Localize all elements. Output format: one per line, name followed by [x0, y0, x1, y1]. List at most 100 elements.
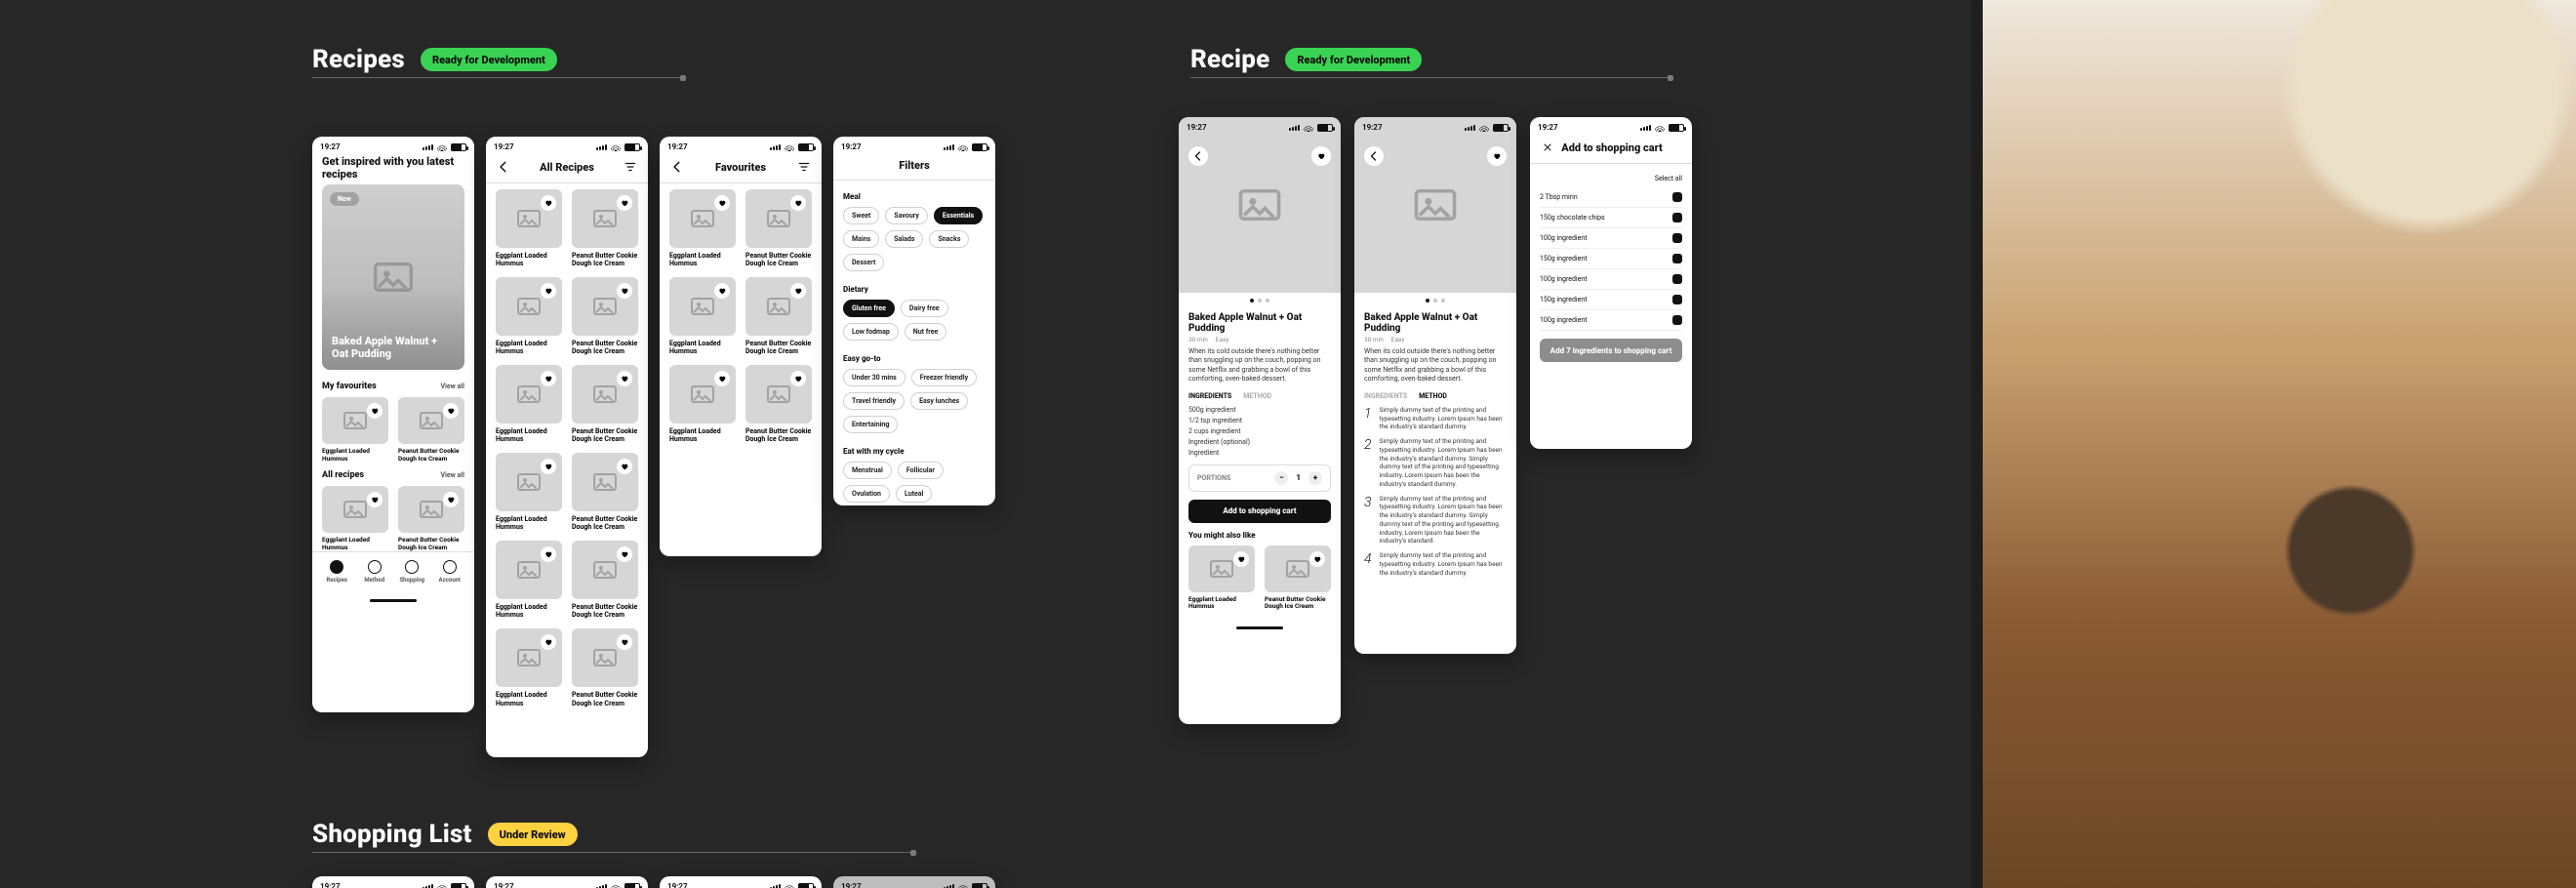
cart-item[interactable]: 100g ingredient: [1540, 269, 1682, 290]
filter-chip[interactable]: Easy lunches: [910, 392, 968, 410]
filter-chip[interactable]: Salads: [885, 230, 923, 248]
checkbox-icon[interactable]: [1672, 233, 1682, 243]
tab-method[interactable]: METHOD: [1243, 392, 1271, 400]
recipe-card[interactable]: Eggplant Loaded Hummus: [669, 277, 736, 355]
filter-chip[interactable]: Travel friendly: [843, 392, 905, 410]
recipe-card[interactable]: Peanut Butter Cookie Dough Ice Cream: [572, 541, 638, 619]
favourite-toggle[interactable]: [541, 283, 556, 299]
view-all-link[interactable]: View all: [440, 471, 464, 479]
tab-shopping[interactable]: Shopping: [393, 560, 431, 584]
favourite-toggle[interactable]: [790, 283, 806, 299]
filter-chip[interactable]: Gluten free: [843, 300, 895, 317]
screen-add-to-cart[interactable]: 19:27 Add to shopping cart Select all 2 …: [1530, 117, 1692, 449]
hero-card[interactable]: New Baked Apple Walnut + Oat Pudding: [322, 184, 464, 370]
recipe-card[interactable]: Eggplant Loaded Hummus: [496, 365, 562, 443]
screen-all-recipes[interactable]: 19:27 All Recipes Eggplant Loaded Hummus…: [486, 137, 648, 757]
screen-favourites[interactable]: 19:27 Favourites Eggplant Loaded HummusP…: [660, 137, 822, 556]
filter-chip[interactable]: Low fodmap: [843, 323, 899, 341]
checkbox-icon[interactable]: [1672, 315, 1682, 325]
favourite-toggle[interactable]: [541, 195, 556, 211]
screen-shopping-1[interactable]: 19:27 Shopping List: [312, 876, 474, 888]
recipe-card[interactable]: Peanut Butter Cookie Dough Ice Cream: [572, 628, 638, 706]
filter-chip[interactable]: Sweet: [843, 207, 879, 224]
favourite-toggle[interactable]: [1309, 551, 1325, 567]
filter-chip[interactable]: Ovulation: [843, 485, 890, 503]
favourite-toggle[interactable]: [1233, 551, 1249, 567]
recipe-card[interactable]: Peanut Butter Cookie Dough Ice Cream: [572, 277, 638, 355]
filter-chip[interactable]: Dessert: [843, 254, 884, 271]
screen-recipe-ingredients[interactable]: 19:27 Baked Apple Walnut + Oat Pudding 3…: [1179, 117, 1341, 724]
filter-chip[interactable]: Luteal: [896, 485, 932, 503]
recipe-card[interactable]: Eggplant Loaded Hummus: [496, 541, 562, 619]
filter-chip[interactable]: Entertaining: [843, 416, 898, 433]
portion-increase[interactable]: +: [1308, 471, 1322, 485]
recipe-card[interactable]: Eggplant Loaded Hummus: [322, 397, 388, 463]
recipe-card[interactable]: Eggplant Loaded Hummus: [496, 189, 562, 267]
back-icon[interactable]: [496, 159, 511, 175]
screen-shopping-3[interactable]: 19:27 Shopping List: [660, 876, 822, 888]
recipe-card[interactable]: Peanut Butter Cookie Dough Ice Cream: [398, 397, 464, 463]
filter-chip[interactable]: Menstrual: [843, 462, 892, 479]
favourite-toggle[interactable]: [617, 195, 632, 211]
tab-account[interactable]: Account: [431, 560, 469, 584]
screen-filters[interactable]: 19:27 Filters MealSweetSavouryEssentials…: [833, 137, 995, 505]
recipe-card[interactable]: Peanut Butter Cookie Dough Ice Cream: [398, 486, 464, 551]
tab-method[interactable]: METHOD: [1419, 392, 1447, 400]
tab-ingredients[interactable]: INGREDIENTS: [1364, 392, 1407, 400]
filter-chip[interactable]: Follicular: [898, 462, 944, 479]
filter-chip[interactable]: Essentials: [934, 207, 983, 224]
filter-chip[interactable]: Dairy free: [901, 300, 948, 317]
recipe-card[interactable]: Eggplant Loaded Hummus: [496, 453, 562, 531]
back-icon[interactable]: [669, 159, 685, 175]
view-all-link[interactable]: View all: [440, 383, 464, 390]
portion-decrease[interactable]: −: [1274, 471, 1288, 485]
recipe-card[interactable]: Peanut Butter Cookie Dough Ice Cream: [572, 365, 638, 443]
recipe-card[interactable]: Peanut Butter Cookie Dough Ice Cream: [1265, 545, 1331, 611]
filter-chip[interactable]: Freezer friendly: [911, 369, 977, 386]
filter-icon[interactable]: [623, 159, 638, 175]
filter-chip[interactable]: Nut free: [905, 323, 947, 341]
filter-chip[interactable]: Mains: [843, 230, 879, 248]
recipe-card[interactable]: Eggplant Loaded Hummus: [496, 277, 562, 355]
cart-item[interactable]: 150g chocolate chips: [1540, 208, 1682, 228]
screen-shopping-4-dim[interactable]: 19:27 Shopping List: [833, 876, 995, 888]
cart-item[interactable]: 2 Tbsp mirin: [1540, 187, 1682, 208]
cart-item[interactable]: 150g ingredient: [1540, 249, 1682, 269]
filter-chip[interactable]: Snacks: [929, 230, 969, 248]
cart-item[interactable]: 100g ingredient: [1540, 228, 1682, 249]
checkbox-icon[interactable]: [1672, 192, 1682, 202]
favourite-toggle[interactable]: [617, 283, 632, 299]
recipe-card[interactable]: Eggplant Loaded Hummus: [496, 628, 562, 706]
cart-item[interactable]: 100g ingredient: [1540, 310, 1682, 331]
close-icon[interactable]: [1540, 140, 1555, 155]
checkbox-icon[interactable]: [1672, 254, 1682, 263]
filter-icon[interactable]: [796, 159, 812, 175]
favourite-button[interactable]: [1487, 146, 1507, 166]
recipe-card[interactable]: Eggplant Loaded Hummus: [1188, 545, 1255, 611]
back-button[interactable]: [1188, 146, 1208, 166]
tab-method[interactable]: Method: [356, 560, 394, 584]
recipe-card[interactable]: Peanut Butter Cookie Dough Ice Cream: [745, 365, 812, 443]
recipe-card[interactable]: Eggplant Loaded Hummus: [322, 486, 388, 551]
checkbox-icon[interactable]: [1672, 213, 1682, 222]
add-to-cart-button[interactable]: Add to shopping cart: [1188, 500, 1331, 523]
recipe-card[interactable]: Peanut Butter Cookie Dough Ice Cream: [745, 189, 812, 267]
favourite-button[interactable]: [1311, 146, 1331, 166]
recipe-card[interactable]: Peanut Butter Cookie Dough Ice Cream: [745, 277, 812, 355]
add-ingredients-button[interactable]: Add 7 ingredients to shopping cart: [1540, 339, 1682, 362]
recipe-card[interactable]: Peanut Butter Cookie Dough Ice Cream: [572, 453, 638, 531]
filter-chip[interactable]: Savoury: [885, 207, 928, 224]
back-button[interactable]: [1364, 146, 1384, 166]
filter-chip[interactable]: Under 30 mins: [843, 369, 906, 386]
screen-recipes-home[interactable]: 19:27 Get inspired with you latest recip…: [312, 137, 474, 712]
favourite-toggle[interactable]: [714, 283, 730, 299]
tab-recipes[interactable]: Recipes: [318, 560, 356, 584]
select-all-row[interactable]: Select all: [1540, 170, 1682, 187]
recipe-card[interactable]: Peanut Butter Cookie Dough Ice Cream: [572, 189, 638, 267]
recipe-card[interactable]: Eggplant Loaded Hummus: [669, 189, 736, 267]
favourite-toggle[interactable]: [714, 195, 730, 211]
checkbox-icon[interactable]: [1672, 274, 1682, 284]
tab-ingredients[interactable]: INGREDIENTS: [1188, 392, 1231, 400]
favourite-toggle[interactable]: [790, 195, 806, 211]
checkbox-icon[interactable]: [1672, 295, 1682, 304]
